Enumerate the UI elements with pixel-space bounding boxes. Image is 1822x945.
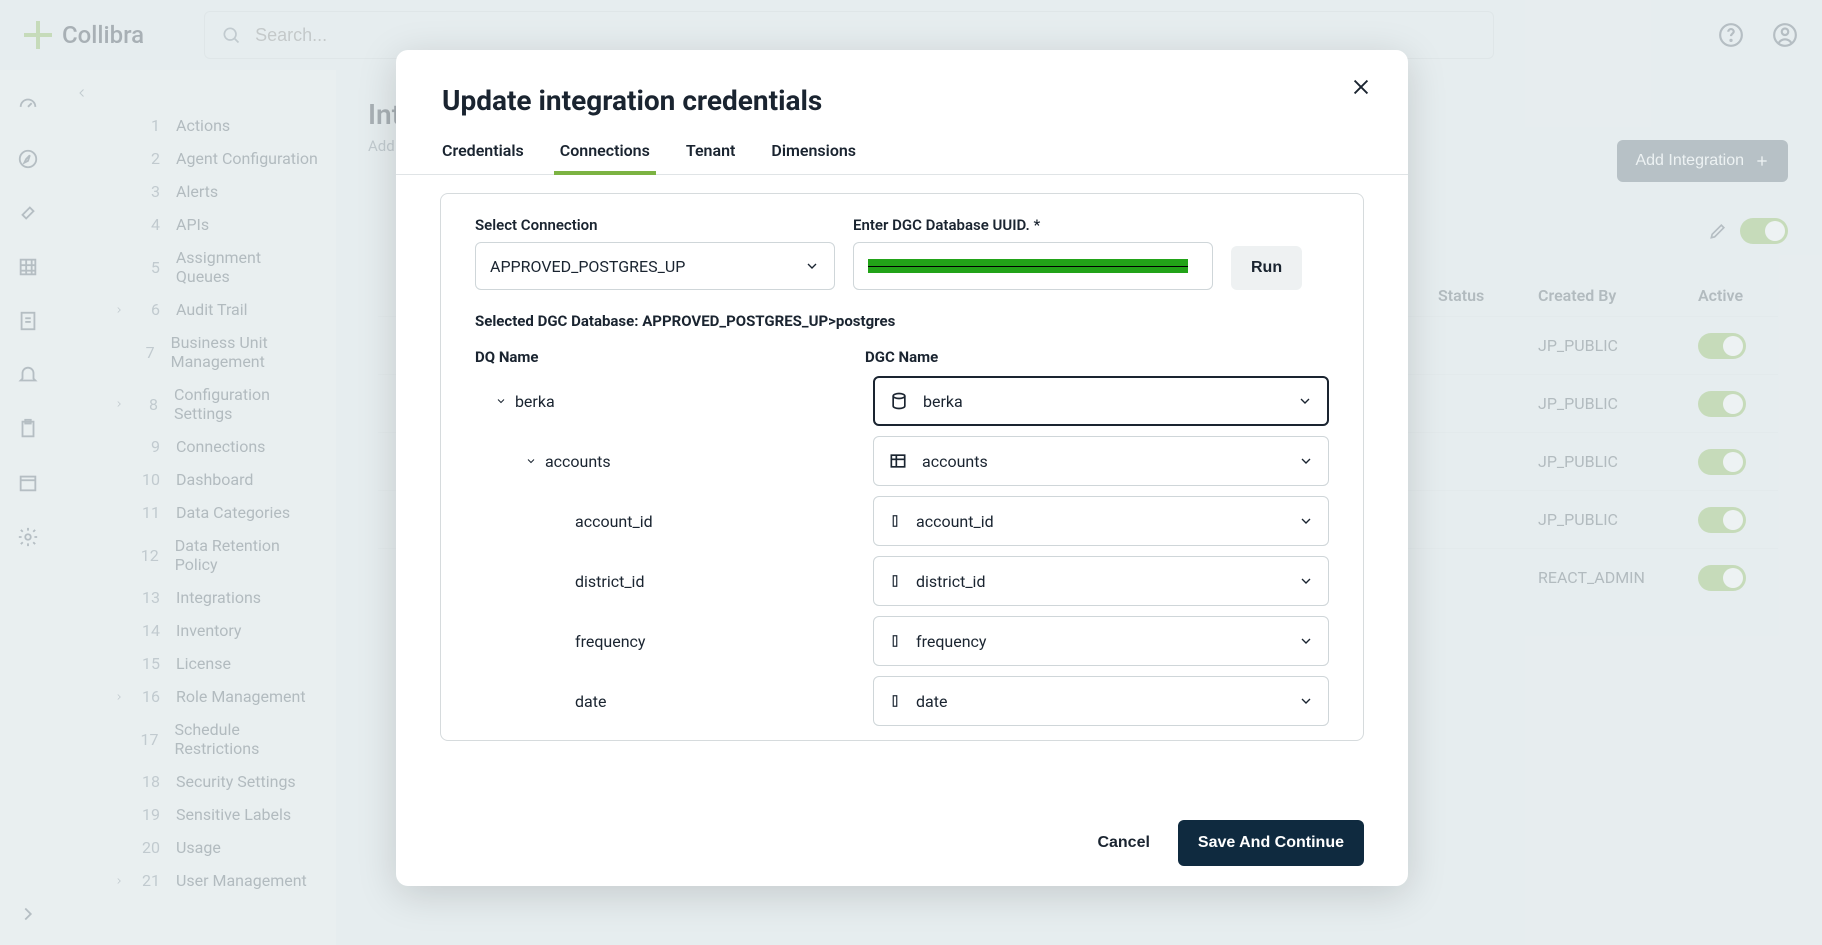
update-credentials-modal: Update integration credentials Credentia… (396, 50, 1408, 886)
chevron-down-icon (1297, 393, 1313, 409)
close-icon (1350, 76, 1372, 98)
mapping-rows: berkaberka accountsaccountsaccount_idacc… (475, 376, 1329, 726)
dgc-name-value: accounts (922, 452, 988, 471)
chevron-down-icon (1298, 513, 1314, 529)
chevron-down-icon (804, 258, 820, 274)
mapping-row: berka berka (475, 376, 1329, 426)
caret-down-icon (495, 395, 507, 407)
dq-name-text: accounts (545, 452, 611, 471)
dgc-name-select[interactable]: account_id (873, 496, 1329, 546)
select-connection-label: Select Connection (475, 216, 835, 234)
chevron-down-icon (1298, 453, 1314, 469)
dgc-name-select[interactable]: date (873, 676, 1329, 726)
chevron-down-icon (1298, 573, 1314, 589)
modal-title: Update integration credentials (442, 84, 1362, 117)
dgc-name-select[interactable]: frequency (873, 616, 1329, 666)
dgc-name-select[interactable]: berka (873, 376, 1329, 426)
modal-body: Select Connection APPROVED_POSTGRES_UP E… (396, 175, 1408, 800)
dgc-name-select[interactable]: accounts (873, 436, 1329, 486)
mapping-header: DQ Name DGC Name (475, 348, 1329, 366)
tab-tenant[interactable]: Tenant (686, 141, 736, 174)
dgc-name-value: date (916, 692, 947, 711)
cancel-button[interactable]: Cancel (1097, 834, 1149, 852)
table-icon (888, 451, 908, 471)
modal-tabs: Credentials Connections Tenant Dimensions (396, 117, 1408, 175)
dq-name-header: DQ Name (475, 348, 865, 366)
selected-db-prefix: Selected DGC Database: (475, 312, 642, 330)
select-connection-dropdown[interactable]: APPROVED_POSTGRES_UP (475, 242, 835, 290)
selected-db-line: Selected DGC Database: APPROVED_POSTGRES… (475, 312, 1329, 330)
tab-connections[interactable]: Connections (560, 141, 650, 174)
uuid-input[interactable] (853, 242, 1213, 290)
selected-db-value: APPROVED_POSTGRES_UP>postgres (642, 312, 895, 330)
dq-name-cell: frequency (475, 632, 863, 651)
mapping-row: accounts accounts (475, 436, 1329, 486)
save-continue-button[interactable]: Save And Continue (1178, 820, 1364, 866)
caret-down-icon (525, 455, 537, 467)
database-icon (889, 391, 909, 411)
dq-name-cell: district_id (475, 572, 863, 591)
dgc-name-header: DGC Name (865, 348, 938, 366)
dq-name-cell: account_id (475, 512, 863, 531)
modal-header: Update integration credentials (396, 50, 1408, 117)
chevron-down-icon (1298, 693, 1314, 709)
dq-name-cell: accounts (475, 452, 863, 471)
dgc-name-value: account_id (916, 512, 994, 531)
dq-name-text: frequency (575, 632, 646, 651)
mapping-row: district_id district_id (475, 556, 1329, 606)
tab-dimensions[interactable]: Dimensions (771, 141, 856, 174)
dgc-name-value: berka (923, 392, 963, 411)
dq-name-text: account_id (575, 512, 653, 531)
modal-close-button[interactable] (1350, 76, 1372, 102)
dgc-name-value: district_id (916, 572, 985, 591)
mapping-row: account_id account_id (475, 496, 1329, 546)
mapping-row: date date (475, 676, 1329, 726)
dq-name-text: district_id (575, 572, 644, 591)
uuid-label: Enter DGC Database UUID. * (853, 216, 1213, 234)
column-icon (888, 511, 902, 531)
column-icon (888, 631, 902, 651)
column-icon (888, 571, 902, 591)
dq-name-cell: berka (475, 392, 863, 411)
dgc-name-select[interactable]: district_id (873, 556, 1329, 606)
uuid-redacted-value (868, 259, 1188, 273)
dq-name-text: berka (515, 392, 555, 411)
tab-credentials[interactable]: Credentials (442, 141, 524, 174)
chevron-down-icon (1298, 633, 1314, 649)
modal-footer: Cancel Save And Continue (396, 800, 1408, 886)
mapping-row: frequency frequency (475, 616, 1329, 666)
column-icon (888, 691, 902, 711)
dq-name-cell: date (475, 692, 863, 711)
panel-scroll[interactable]: Select Connection APPROVED_POSTGRES_UP E… (441, 216, 1363, 730)
connections-panel: Select Connection APPROVED_POSTGRES_UP E… (440, 193, 1364, 741)
dgc-name-value: frequency (916, 632, 987, 651)
run-button[interactable]: Run (1231, 246, 1302, 290)
dq-name-text: date (575, 692, 606, 711)
select-connection-value: APPROVED_POSTGRES_UP (490, 257, 685, 276)
